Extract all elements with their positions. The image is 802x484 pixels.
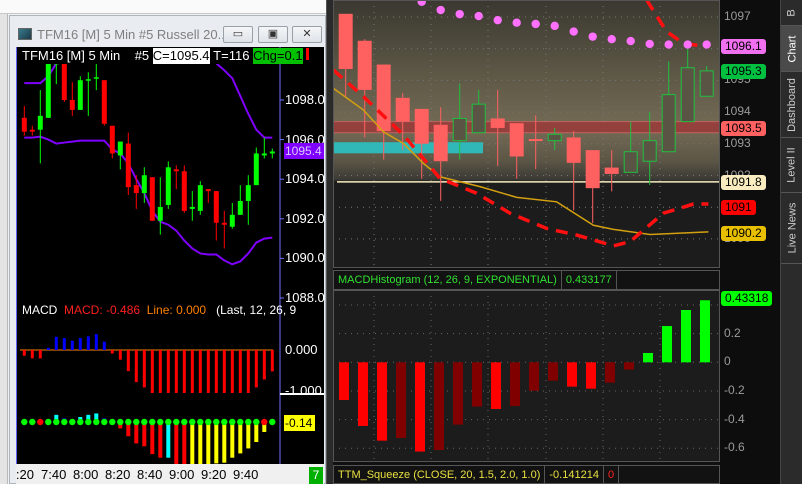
macd-histogram-bar [377, 362, 387, 441]
parabolic-sar-dot [569, 27, 578, 36]
ttm-squeeze-title: TTM_Squeeze (CLOSE, 20, 1.5, 2.0, 1.0) [334, 466, 546, 483]
macd-histogram-bar [643, 352, 653, 363]
parabolic-sar-dot [474, 11, 483, 21]
price-badge: 1093.5 [721, 120, 766, 136]
candle-body [452, 117, 467, 142]
parabolic-sar-dot [588, 32, 597, 41]
candle-body [471, 103, 486, 134]
macd-histogram-bar [624, 362, 634, 370]
candle-body [604, 167, 619, 174]
tab-label: Chart [786, 35, 798, 62]
macd-histogram-bar [586, 362, 596, 389]
price-badge: 1091 [721, 200, 756, 216]
macd-histogram-bar [700, 300, 710, 363]
candle-body [642, 140, 657, 162]
parabolic-sar-dot [702, 40, 711, 49]
candle-body [566, 137, 581, 163]
price-badge: 1090.2 [721, 225, 766, 241]
macd-axis-label: 0 [724, 354, 731, 369]
macd-histogram-bar [529, 362, 539, 391]
macd-axis-label: -0.6 [724, 440, 745, 455]
macd-histogram-bar [491, 362, 501, 410]
parabolic-sar-dot [417, 1, 426, 6]
price-badge: 1096.1 [721, 38, 766, 54]
macd-histogram-bar [453, 362, 463, 425]
macd-histogram-title: MACDHistogram (12, 26, 9, EXPONENTIAL) [334, 271, 562, 289]
candle-body [338, 13, 353, 69]
parabolic-sar-dot [607, 34, 616, 44]
candle-body [490, 118, 505, 128]
macd-histogram-bar [358, 362, 368, 426]
right-price-plot [334, 1, 719, 267]
macd-histogram-bar [510, 362, 520, 407]
candle-body [528, 139, 543, 142]
tab-b[interactable]: B [781, 0, 802, 26]
price-axis-label: 1097 [724, 9, 751, 23]
ttm-squeeze-value: -0.141214 [545, 466, 604, 483]
parabolic-sar-dot [645, 39, 654, 49]
parabolic-sar-dot [512, 18, 521, 27]
tab-level-ii[interactable]: Level II [781, 138, 802, 193]
macd-axis-label: -0.4 [724, 411, 745, 426]
upper-dashed-line [645, 1, 709, 49]
macd-histogram-header: MACDHistogram (12, 26, 9, EXPONENTIAL) 0… [333, 270, 720, 290]
candle-body [414, 108, 429, 144]
candle-body [661, 94, 676, 153]
tab-label: Dashboard [786, 77, 799, 132]
candle-body [699, 70, 714, 97]
price-axis-label: 1094 [724, 104, 751, 119]
macd-histogram-bar [662, 326, 672, 363]
parabolic-sar-dot [626, 36, 635, 46]
price-axis-label: 1093 [724, 135, 751, 150]
tab-dashboard[interactable]: Dashboard [781, 72, 802, 138]
macd-axis-label: -0.2 [724, 382, 745, 397]
candle-body [547, 133, 562, 142]
tab-label: Live News [786, 202, 798, 254]
macd-histogram-bar [472, 362, 482, 407]
right-chart-canvas [334, 1, 719, 461]
candle-body [623, 151, 638, 173]
candle-body [433, 124, 448, 162]
parabolic-sar-dot [531, 19, 540, 29]
macd-histogram-bar [396, 362, 406, 438]
tab-label: B [786, 8, 798, 17]
parabolic-sar-dot [683, 40, 692, 49]
macd-histogram-badge: 0.43318 [721, 291, 773, 306]
candle-body [680, 67, 695, 123]
macd-histogram-bar [434, 362, 444, 450]
side-tab-strip: B Chart Dashboard Level II Live News [780, 0, 802, 484]
parabolic-sar-dot [664, 40, 673, 49]
parabolic-sar-dot [455, 9, 464, 19]
tab-chart[interactable]: Chart [781, 26, 802, 72]
candle-body [395, 97, 410, 122]
macd-histogram-bar [567, 362, 577, 387]
price-badge: 1091.8 [721, 174, 766, 190]
macd-histogram-bar [339, 362, 349, 400]
parabolic-sar-dot [550, 21, 559, 31]
ttm-squeeze-header: TTM_Squeeze (CLOSE, 20, 1.5, 2.0, 1.0) -… [333, 465, 720, 484]
macd-histogram-bar [548, 362, 558, 381]
macd-histogram-bar [681, 309, 691, 363]
macd-histogram-bar [605, 362, 615, 383]
candle-body [376, 64, 391, 132]
macd-histogram-plot [334, 291, 719, 461]
tab-live-news[interactable]: Live News [781, 193, 802, 264]
candle-body [357, 40, 372, 90]
macd-histogram-value: 0.433177 [562, 271, 617, 289]
parabolic-sar-dot [436, 5, 445, 15]
tab-label: Level II [786, 147, 798, 183]
parabolic-sar-dot [493, 15, 502, 25]
candle-body [509, 123, 524, 157]
ttm-squeeze-signal: 0 [604, 466, 620, 483]
price-badge: 1095.3 [721, 63, 766, 79]
macd-axis-label: 0.2 [724, 325, 741, 340]
candle-body [585, 150, 600, 189]
macd-histogram-bar [415, 362, 425, 452]
